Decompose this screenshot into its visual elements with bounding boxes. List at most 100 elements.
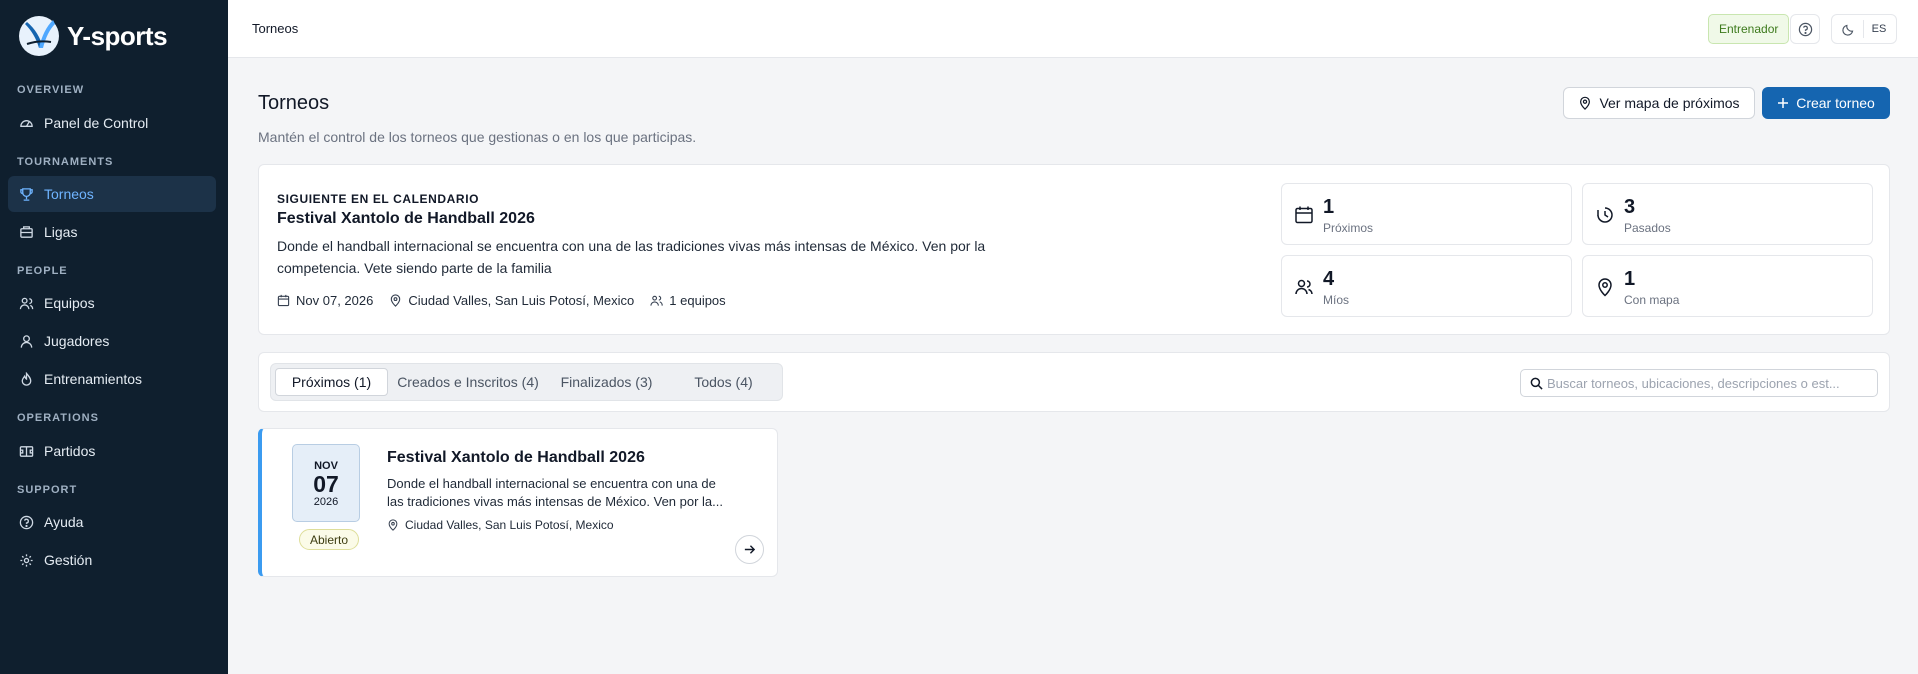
next-event-location: Ciudad Valles, San Luis Potosí, Mexico [389,293,634,308]
sidebar-item-label: Gestión [44,552,93,568]
help-button[interactable] [1790,14,1820,44]
view-map-label: Ver mapa de próximos [1599,95,1740,111]
next-event-date: Nov 07, 2026 [277,293,373,308]
tournament-card[interactable]: NOV 07 2026 Abierto Festival Xantolo de … [258,428,778,577]
next-event-teams: 1 equipos [650,293,726,308]
training-icon [21,371,32,386]
sidebar-item-label: Panel de Control [44,115,149,131]
map-pin-icon [388,519,398,531]
search-box [1520,369,1878,397]
create-tournament-label: Crear torneo [1796,95,1875,111]
sidebar-item-equipos[interactable]: Equipos [8,285,216,321]
top-bar: Torneos Entrenador ES [228,0,1918,58]
nav-section-people: PEOPLE [17,265,68,277]
gear-icon [20,553,33,567]
calendar-icon [277,294,290,307]
dashboard-icon [20,119,33,127]
search-input[interactable] [1547,373,1872,393]
stat-label: Próximos [1323,221,1374,235]
role-badge: Entrenador [1708,14,1790,44]
sidebar-item-label: Jugadores [44,333,110,349]
sidebar-item-label: Equipos [44,295,95,311]
team-icon [650,295,663,306]
sidebar-item-partidos[interactable]: Partidos [8,433,216,469]
next-event-teams-text: 1 equipos [669,293,726,308]
create-tournament-button[interactable]: Crear torneo [1762,87,1890,119]
preferences-group: ES [1831,14,1897,44]
sidebar-item-ayuda[interactable]: Ayuda [8,504,216,540]
stat-label: Míos [1323,293,1350,307]
stat-value: 1 [1624,268,1636,290]
sidebar-item-entrenamientos[interactable]: Entrenamientos [8,361,216,397]
history-icon [1597,207,1613,223]
date-badge: NOV 07 2026 [292,444,360,522]
tab-creados-inscritos[interactable]: Creados e Inscritos (4) [393,368,543,396]
divider [1862,20,1864,38]
tournament-location: Ciudad Valles, San Luis Potosí, Mexico [387,518,614,532]
people-icon [1295,279,1313,295]
tab-todos[interactable]: Todos (4) [671,368,776,396]
sidebar-item-label: Partidos [44,443,96,459]
nav-section-tournaments: TOURNAMENTS [17,156,114,168]
next-event-panel: SIGUIENTE EN EL CALENDARIO Festival Xant… [258,164,1890,335]
breadcrumb: Torneos [252,21,299,36]
sidebar-item-label: Torneos [44,186,94,202]
nav-section-overview: OVERVIEW [17,84,85,96]
trophy-icon [20,187,33,201]
filter-bar: Próximos (1) Creados e Inscritos (4) Fin… [258,352,1890,412]
matches-icon [19,445,34,457]
map-pin-icon [1598,278,1612,297]
tab-finalizados[interactable]: Finalizados (3) [549,368,664,396]
brand-name: Y-sports [67,20,168,51]
next-event-location-text: Ciudad Valles, San Luis Potosí, Mexico [408,293,635,308]
help-icon [19,515,34,529]
brand-logo[interactable]: Y-sports [17,14,168,58]
logo-mark-icon [19,16,59,56]
sidebar-item-label: Ayuda [44,514,84,530]
sidebar-item-ligas[interactable]: Ligas [8,214,216,250]
next-event-meta: Nov 07, 2026 Ciudad Valles, San Luis Pot… [277,293,726,308]
calendar-icon [1295,206,1313,224]
map-pin-icon [1580,96,1591,110]
sidebar-item-jugadores[interactable]: Jugadores [8,323,216,359]
language-toggle[interactable]: ES [1872,23,1887,35]
league-icon [20,225,33,238]
tournament-tabs: Próximos (1) Creados e Inscritos (4) Fin… [270,363,783,401]
stat-label: Pasados [1624,221,1671,235]
dark-mode-icon[interactable] [1841,23,1855,36]
stat-card-mine: 4 Míos [1281,255,1572,317]
sidebar-item-panel-de-control[interactable]: Panel de Control [8,105,216,141]
sidebar-item-gestion[interactable]: Gestión [8,542,216,578]
sidebar-item-label: Entrenamientos [44,371,143,387]
sidebar-item-torneos[interactable]: Torneos [8,176,216,212]
next-event-title[interactable]: Festival Xantolo de Handball 2026 [277,210,535,228]
nav-section-operations: OPERATIONS [17,412,99,424]
help-icon [1798,22,1812,36]
stat-card-upcoming: 1 Próximos [1281,183,1572,245]
next-event-kicker: SIGUIENTE EN EL CALENDARIO [277,192,480,206]
tournament-description: Donde el handball internacional se encue… [387,476,723,509]
tab-proximos[interactable]: Próximos (1) [275,368,388,396]
open-tournament-button[interactable] [735,535,764,564]
stat-value: 3 [1624,196,1636,218]
page-title: Torneos [258,92,330,114]
date-day: 07 [313,471,339,497]
search-icon [1530,377,1543,390]
nav-section-support: SUPPORT [17,484,78,496]
arrow-right-icon [744,545,756,554]
tournament-location-text: Ciudad Valles, San Luis Potosí, Mexico [405,518,614,532]
stat-card-with-map: 1 Con mapa [1582,255,1873,317]
tournament-title[interactable]: Festival Xantolo de Handball 2026 [387,449,645,467]
stat-card-past: 3 Pasados [1582,183,1873,245]
stat-value: 4 [1323,268,1335,290]
next-event-description: Donde el handball internacional se encue… [277,238,986,276]
next-event-date-text: Nov 07, 2026 [296,293,374,308]
stat-label: Con mapa [1624,293,1680,307]
user-icon [20,334,33,348]
page-subtitle: Mantén el control de los torneos que ges… [258,129,697,145]
status-badge: Abierto [299,529,360,550]
sidebar: Y-sports OVERVIEW Panel de Control TOURN… [0,0,228,674]
map-pin-icon [391,294,401,307]
date-year: 2026 [313,496,339,508]
view-map-button[interactable]: Ver mapa de próximos [1563,87,1755,119]
